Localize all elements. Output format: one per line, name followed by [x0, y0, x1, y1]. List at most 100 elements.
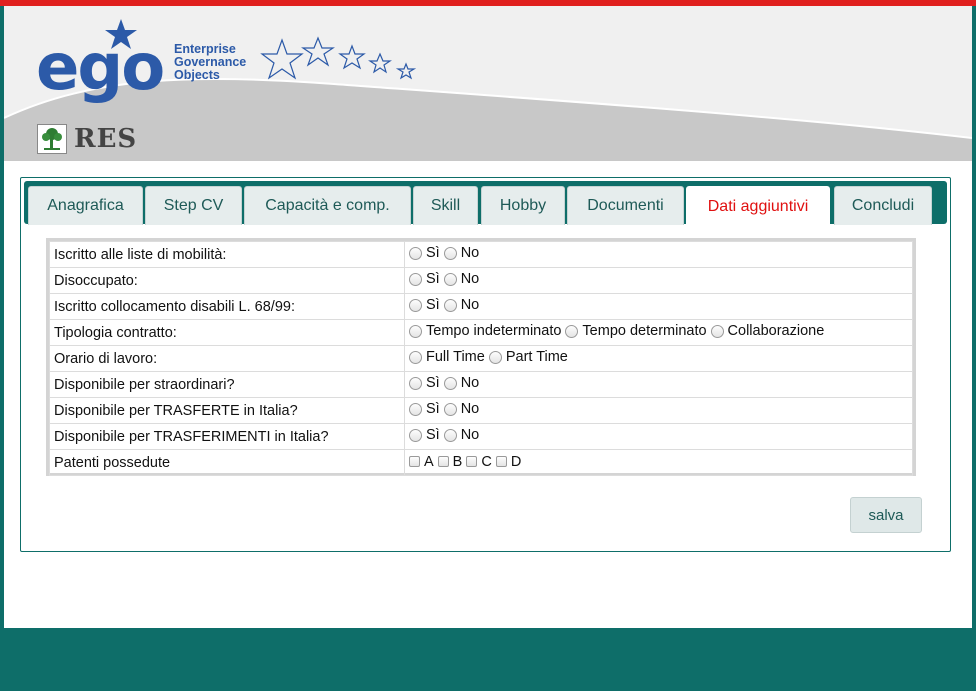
form-row-options: Sì No: [404, 423, 913, 450]
app-name: RES: [74, 124, 138, 154]
tab-dati-aggiuntivi[interactable]: Dati aggiuntivi: [686, 186, 830, 226]
form-row: Disponibile per TRASFERIMENTI in Italia?…: [49, 423, 913, 450]
option-label: Full Time: [426, 349, 485, 366]
form-row: Orario di lavoro: Full Time Part Time: [49, 345, 913, 372]
form-row: Disponibile per TRASFERTE in Italia? Sì No: [49, 397, 913, 424]
option-label: Part Time: [505, 349, 568, 366]
form-row-label: Iscritto collocamento disabili L. 68/99:: [49, 293, 405, 320]
option-label: No: [460, 245, 480, 262]
form-row-label: Disoccupato:: [49, 267, 405, 294]
logo-tagline-line-3: Objects: [174, 68, 220, 82]
radio-button[interactable]: [565, 324, 579, 338]
form-row-options: Sì No: [404, 267, 913, 294]
radio-button[interactable]: [443, 376, 457, 390]
option-label: Collaborazione: [727, 323, 825, 340]
form-row-label: Disponibile per TRASFERTE in Italia?: [49, 397, 405, 424]
option-label: Tempo determinato: [582, 323, 707, 340]
checkbox-option[interactable]: D: [495, 453, 522, 470]
radio-option[interactable]: Sì: [409, 375, 440, 391]
frame-right-border: [972, 6, 976, 691]
form-row: Iscritto collocamento disabili L. 68/99:…: [49, 293, 913, 320]
radio-option[interactable]: Sì: [409, 427, 440, 443]
radio-button[interactable]: [409, 272, 422, 286]
radio-option[interactable]: Sì: [409, 297, 440, 313]
tab-step-cv[interactable]: Step CV: [145, 186, 242, 225]
radio-option[interactable]: No: [443, 297, 480, 314]
radio-button[interactable]: [443, 428, 457, 442]
radio-option[interactable]: Sì: [409, 401, 440, 417]
checkbox-option[interactable]: C: [466, 453, 492, 470]
checkbox[interactable]: [409, 456, 420, 468]
tab-skill[interactable]: Skill: [413, 186, 478, 225]
checkbox[interactable]: [495, 456, 507, 468]
option-label: Sì: [426, 245, 440, 262]
option-label: C: [481, 453, 492, 470]
form-row-label: Patenti possedute: [49, 449, 405, 476]
option-label: No: [460, 427, 480, 444]
radio-option[interactable]: No: [443, 375, 480, 392]
form-table: Iscritto alle liste di mobilità: Sì No Diso…: [49, 241, 913, 476]
radio-option[interactable]: Tempo determinato: [565, 323, 707, 340]
radio-button[interactable]: [409, 376, 422, 390]
radio-button[interactable]: [409, 324, 422, 338]
radio-button[interactable]: [488, 350, 502, 364]
page-header: ego Enterprise Governance Objects RES: [4, 6, 972, 161]
radio-option[interactable]: Sì: [409, 271, 440, 287]
radio-button[interactable]: [409, 350, 422, 364]
decorative-stars-icon: [260, 36, 417, 80]
option-label: Sì: [426, 297, 440, 314]
radio-option[interactable]: Part Time: [488, 349, 568, 366]
radio-option[interactable]: Collaborazione: [710, 323, 825, 340]
checkbox[interactable]: [466, 456, 478, 468]
tab-documenti[interactable]: Documenti: [567, 186, 684, 225]
form-row: Disponibile per straordinari? Sì No: [49, 371, 913, 398]
radio-option[interactable]: No: [443, 271, 479, 287]
option-label: Sì: [426, 401, 440, 418]
radio-button[interactable]: [443, 298, 457, 312]
option-label: Tempo indeterminato: [426, 323, 562, 340]
ego-logo-word: ego: [36, 31, 165, 105]
form-row: Patenti possedute A B C D: [49, 449, 913, 476]
checkbox[interactable]: [437, 456, 449, 468]
option-label: Sì: [426, 271, 440, 288]
ego-logo-tagline: Enterprise Governance Objects: [174, 43, 246, 82]
option-label: No: [460, 297, 480, 314]
tab-anagrafica[interactable]: Anagrafica: [28, 186, 143, 225]
form-row-options: Sì No: [404, 293, 913, 320]
radio-option[interactable]: Sì: [409, 245, 440, 261]
radio-button[interactable]: [443, 272, 457, 286]
radio-option[interactable]: No: [443, 427, 480, 444]
form-row-label: Iscritto alle liste di mobilità:: [49, 241, 405, 268]
radio-option[interactable]: No: [443, 401, 479, 417]
tab-hobby[interactable]: Hobby: [481, 186, 565, 225]
option-label: Sì: [426, 427, 440, 444]
form-row-label: Disponibile per straordinari?: [49, 371, 405, 398]
form-row-options: A B C D: [404, 449, 913, 476]
checkbox-option[interactable]: A: [409, 454, 434, 470]
form-row-options: Sì No: [404, 397, 913, 424]
form-row-label: Orario di lavoro:: [49, 345, 405, 372]
radio-button[interactable]: [409, 402, 422, 416]
radio-button[interactable]: [409, 298, 422, 312]
radio-button[interactable]: [443, 246, 457, 260]
radio-button[interactable]: [443, 402, 457, 416]
option-label: No: [460, 375, 480, 392]
form-row-options: Sì No: [404, 241, 913, 268]
radio-button[interactable]: [710, 324, 724, 338]
option-label: Sì: [426, 375, 440, 392]
radio-button[interactable]: [409, 428, 422, 442]
form-row-options: Tempo indeterminato Tempo determinato Coll…: [404, 319, 913, 346]
radio-button[interactable]: [409, 246, 422, 260]
page-footer: [0, 628, 976, 691]
radio-option[interactable]: Tempo indeterminato: [409, 323, 561, 339]
save-button[interactable]: salva: [850, 497, 922, 533]
option-label: D: [510, 453, 522, 470]
checkbox-option[interactable]: B: [437, 454, 462, 470]
form-row-options: Full Time Part Time: [404, 345, 913, 372]
radio-option[interactable]: No: [443, 245, 480, 262]
tab-capacita[interactable]: Capacità e comp.: [244, 186, 411, 225]
form-row: Disoccupato: Sì No: [49, 267, 913, 294]
form-row-label: Tipologia contratto:: [49, 319, 405, 346]
tab-concludi[interactable]: Concludi: [834, 186, 932, 225]
radio-option[interactable]: Full Time: [409, 349, 485, 365]
